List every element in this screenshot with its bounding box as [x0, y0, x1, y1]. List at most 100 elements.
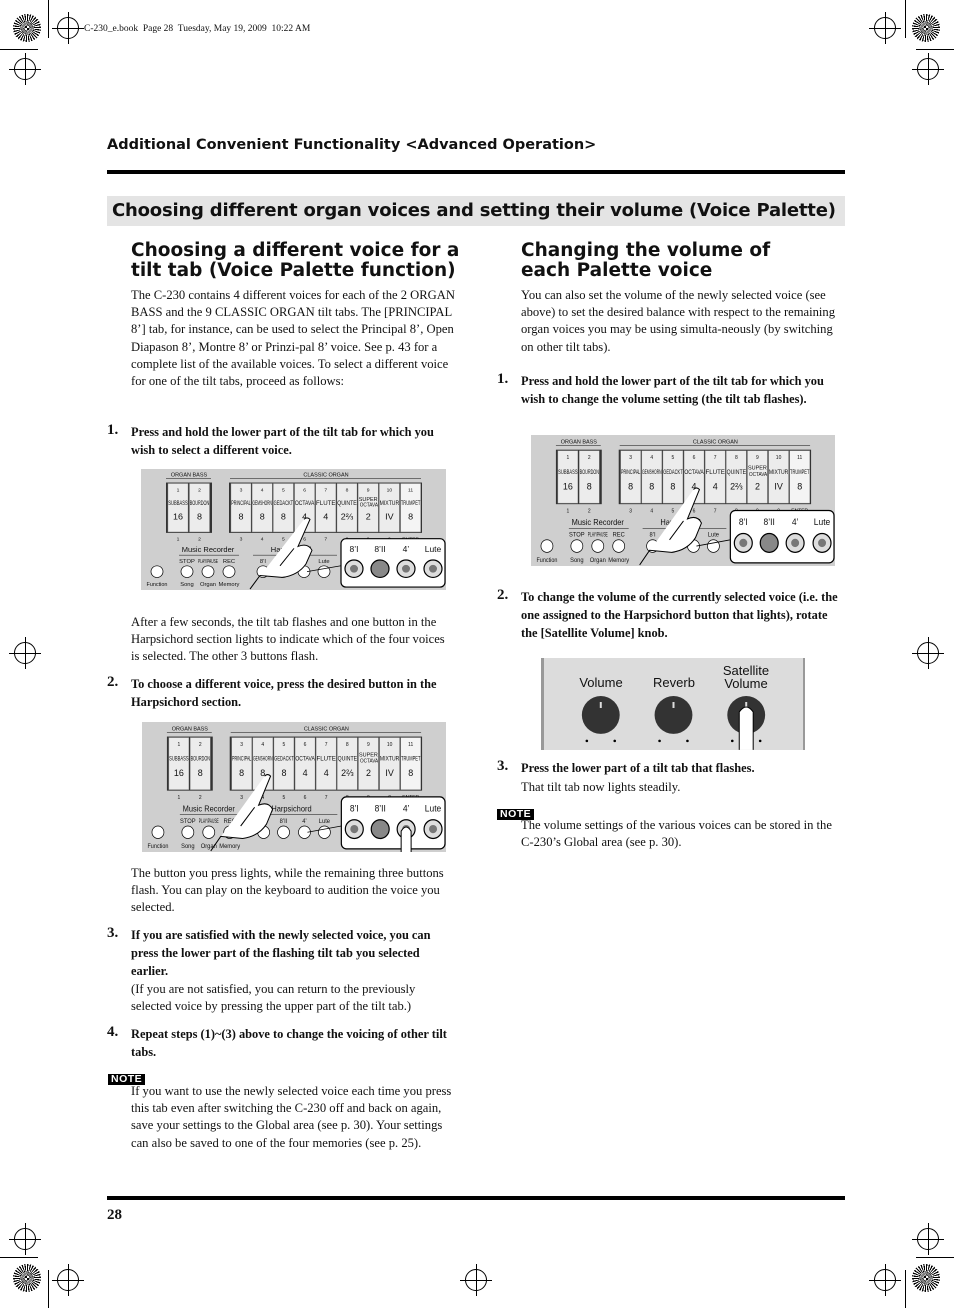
tab-number: 3	[629, 455, 632, 461]
tab-key-label: 3	[629, 508, 632, 514]
classic-organ-label: CLASSIC ORGAN	[303, 473, 348, 479]
panel-button	[151, 825, 165, 839]
finger-icon	[400, 826, 412, 852]
button-label: Organ	[590, 558, 606, 564]
tab-footage: 8	[408, 511, 413, 521]
music-recorder-label: Music Recorder	[182, 545, 235, 554]
crop-line	[916, 1257, 954, 1258]
panel-button	[202, 825, 216, 839]
tab-name: SUBBASS	[168, 500, 188, 507]
tab-key-label: 2	[198, 537, 201, 543]
panel-button	[181, 825, 195, 839]
tab-name: QUINTE	[337, 500, 357, 507]
tab-name: MIXTUR	[380, 500, 400, 507]
crop-line	[916, 49, 954, 50]
tab-name: PRINCIPAL	[231, 500, 251, 507]
tab-footage: 8	[198, 768, 203, 778]
tab-footage: 4	[713, 481, 718, 491]
crosshair-mark	[52, 1264, 84, 1296]
button-label: Function	[536, 558, 557, 564]
harpsichord-callout-label: 8’I	[350, 544, 359, 554]
classic-organ-label: CLASSIC ORGAN	[304, 726, 349, 732]
tab-key-label: 1	[566, 508, 569, 514]
tab-footage: 8	[628, 481, 633, 491]
volume-knob-label: Volume	[579, 675, 623, 690]
tab-number: 6	[303, 487, 306, 493]
left-step-4: 4. Repeat steps (1)~(3) above to change t…	[107, 1024, 456, 1061]
tab-key-label: 3	[240, 537, 243, 543]
tab-number: 11	[797, 455, 802, 461]
harpsichord-callout-label: Lute	[814, 517, 831, 527]
classic-organ-label: CLASSIC ORGAN	[693, 439, 738, 445]
tab-name: FLUTE	[705, 469, 725, 476]
recorder-button-label: STOP	[179, 559, 195, 565]
left-step-1: 1. Press and hold the lower part of the t…	[107, 422, 456, 459]
tab-name: GEDACKT	[274, 755, 293, 762]
tab-footage: 4	[324, 768, 329, 778]
tab-footage: 16	[173, 511, 183, 521]
tab-number: 8	[346, 487, 349, 493]
registration-mark	[13, 1264, 41, 1292]
tab-number: 10	[776, 455, 782, 461]
button-label: Song	[570, 558, 583, 564]
crosshair-mark	[912, 637, 944, 669]
tab-name-line: OCTAVA	[748, 472, 768, 478]
tab-number: 7	[324, 487, 327, 493]
tab-footage: 2⅔	[730, 481, 743, 491]
right-step-1: 1. Press and hold the lower part of the t…	[497, 371, 841, 408]
harpsichord-button-label: 8’I	[260, 559, 267, 565]
tab-number: 10	[387, 742, 393, 748]
harpsichord-callout-label: Lute	[425, 544, 442, 554]
harpsichord-button	[707, 539, 720, 553]
tab-name-line: SUPER	[748, 465, 767, 471]
harpsichord-button-label: 4’	[302, 819, 306, 825]
left-paragraph-2: After a few seconds, the tilt tab flashe…	[131, 615, 445, 664]
tab-footage: 2⅔	[341, 511, 354, 521]
tab-key-label: 1	[177, 795, 180, 801]
button-light	[791, 538, 800, 548]
button-light	[429, 824, 438, 834]
tab-key-label: 7	[714, 508, 717, 514]
tab-key-label: 6	[693, 508, 696, 514]
tab-footage: IV	[385, 768, 394, 778]
step-number: 4.	[107, 1024, 119, 1040]
tab-footage: 8	[281, 511, 286, 521]
tab-name: QUINTE	[338, 755, 358, 762]
harpsichord-callout-button	[370, 819, 390, 840]
right-step-2: 2. To change the volume of the currently …	[497, 587, 841, 642]
organ-bass-label: ORGAN BASS	[561, 439, 597, 445]
left-step-3-sub: (If you are not satisfied, you can retur…	[131, 982, 416, 1014]
tab-number: 1	[177, 742, 180, 748]
harpsichord-button	[317, 565, 331, 578]
button-label: Song	[181, 844, 194, 850]
panel-button	[222, 565, 236, 578]
tab-number: 9	[367, 742, 370, 748]
header-rule	[107, 170, 845, 174]
recorder-button-label: REC	[223, 559, 235, 565]
tab-number: 3	[240, 742, 243, 748]
control-panel-diagram-2: ORGAN BASS CLASSIC ORGAN 1 SUBBASS 16 1 2 BOURD…	[142, 722, 446, 852]
registration-mark	[912, 14, 940, 42]
running-head: Additional Convenient Functionality <Adv…	[107, 137, 597, 153]
tab-number: 7	[325, 742, 328, 748]
step-number: 2.	[107, 674, 119, 690]
crosshair-mark	[869, 1264, 901, 1296]
harpsichord-callout-label: 8’II	[374, 544, 385, 554]
tab-key-label: 4	[650, 508, 653, 514]
dot	[730, 739, 734, 743]
crop-line	[0, 1257, 38, 1258]
tab-key-label: 5	[672, 508, 675, 514]
tab-name: GEDACKT	[663, 469, 682, 476]
page-number: 28	[107, 1207, 122, 1223]
dot	[686, 739, 689, 743]
tab-key-label: 4	[261, 537, 264, 543]
tab-number: 6	[304, 742, 307, 748]
tab-name: MIXTUR	[769, 469, 789, 476]
tab-name: MIXTUR	[380, 755, 400, 762]
left-note: If you want to use the newly selected vo…	[131, 1084, 452, 1150]
left-step-2: 2. To choose a different voice, press the…	[107, 674, 456, 711]
button-light	[429, 564, 437, 573]
step-number: 3.	[497, 758, 509, 774]
panel-button	[150, 565, 164, 578]
button-light	[350, 564, 358, 573]
